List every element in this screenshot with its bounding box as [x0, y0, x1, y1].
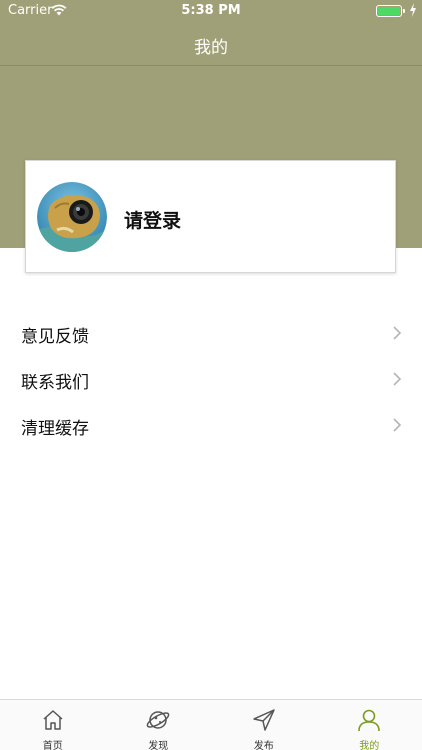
login-prompt[interactable]: 请登录: [124, 206, 181, 233]
profile-card[interactable]: 请登录: [25, 160, 396, 273]
tab-label: 发现: [148, 741, 169, 750]
menu-item-feedback[interactable]: 意见反馈: [0, 310, 422, 356]
avatar-image: [37, 182, 107, 252]
tab-profile[interactable]: 我的: [317, 700, 422, 750]
menu-item-contact-us[interactable]: 联系我们: [0, 356, 422, 402]
battery-tip: [403, 9, 405, 13]
status-bar: Carrier 5:38 PM: [0, 0, 422, 22]
menu-item-label: 意见反馈: [21, 327, 89, 347]
user-icon: [358, 709, 381, 732]
battery-icon: [376, 5, 402, 17]
tab-publish[interactable]: 发布: [211, 700, 317, 750]
send-arrow-icon: [253, 709, 275, 731]
tab-bar: 首页 发现 发布 我的: [0, 699, 422, 750]
page-title: 我的: [194, 38, 228, 58]
tab-label: 我的: [359, 741, 380, 750]
menu-item-label: 联系我们: [21, 373, 89, 393]
planet-icon: [146, 711, 170, 729]
tab-home[interactable]: 首页: [0, 700, 106, 750]
chevron-right-icon: [393, 372, 402, 386]
navigation-bar: 我的: [0, 22, 422, 66]
charging-icon: [410, 3, 416, 17]
menu-item-clear-cache[interactable]: 清理缓存: [0, 402, 422, 448]
avatar[interactable]: [37, 182, 107, 252]
chevron-right-icon: [393, 326, 402, 340]
home-icon: [43, 710, 63, 730]
tab-discover[interactable]: 发现: [106, 700, 212, 750]
menu-item-label: 清理缓存: [21, 419, 89, 439]
clock: 5:38 PM: [181, 3, 241, 18]
tab-label: 发布: [253, 741, 274, 750]
settings-menu: 意见反馈 联系我们 清理缓存: [0, 310, 422, 448]
tab-label: 首页: [42, 741, 63, 750]
chevron-right-icon: [393, 418, 402, 432]
